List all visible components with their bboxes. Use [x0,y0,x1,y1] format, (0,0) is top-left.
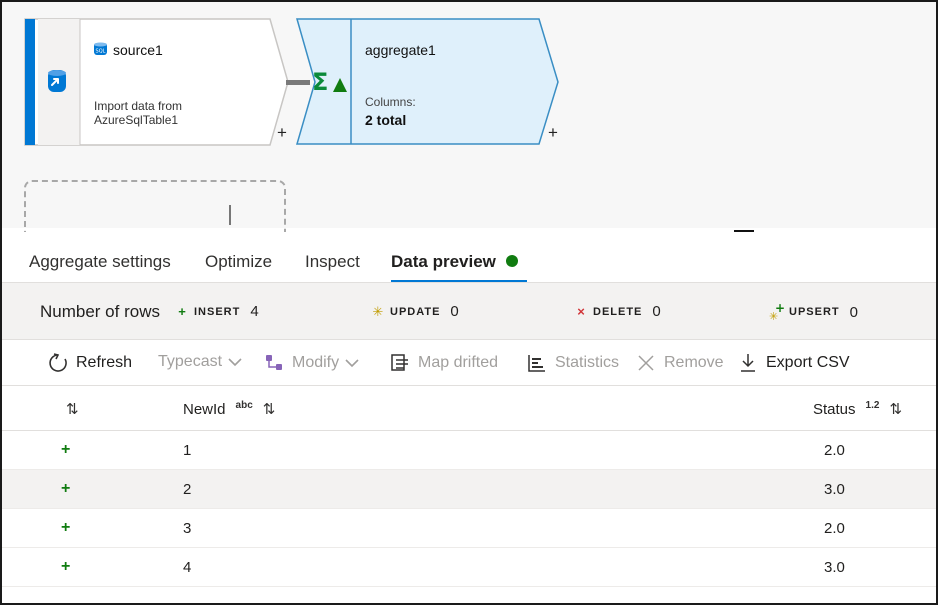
statistics-icon [528,355,545,372]
remove-x-icon [638,355,654,371]
add-source-placeholder[interactable] [24,180,286,240]
remove-button[interactable]: Remove [636,353,724,373]
tab-optimize[interactable]: Optimize [205,252,272,272]
source-database-icon [48,70,66,92]
statistics-label: Statistics [555,354,620,371]
tab-aggregate-settings[interactable]: Aggregate settings [29,252,171,272]
refresh-button[interactable]: Refresh [48,353,132,373]
table-row[interactable]: + 4 3.0 [2,548,936,587]
number-type-icon: 1.2 [865,399,880,411]
column-name-newid: NewId [183,400,226,418]
cell-status: 3.0 [824,481,845,498]
svg-text:+: + [775,303,785,315]
download-icon [741,354,755,372]
cell-status: 2.0 [824,520,845,537]
table-row[interactable]: + 1 2.0 [2,431,936,470]
tab-inspect[interactable]: Inspect [305,252,360,272]
export-csv-button[interactable]: Export CSV [738,353,850,373]
sql-database-icon: SQL [94,42,107,55]
refresh-icon [49,353,67,372]
sort-icon[interactable]: ⇅ [263,400,276,418]
number-of-rows-label: Number of rows [40,302,160,321]
insert-row-icon: + [61,441,71,458]
data-preview-table: ⇅ NewId abc ⇅ Status 1.2 ⇅ + 1 2.0 + 2 3… [2,386,936,587]
map-drifted-icon [391,354,408,371]
source-node-description-1: Import data from [94,99,183,113]
upsert-icon: ✳ + [769,303,785,321]
insert-value: 4 [250,303,259,320]
update-value: 0 [450,303,459,320]
cell-newid: 3 [183,520,192,537]
modify-icon [266,355,282,370]
aggregate-sigma-icon: Σ [312,68,347,96]
remove-label: Remove [664,354,724,371]
dataflow-canvas[interactable]: SQL source1 Import data from AzureSqlTab… [2,2,936,240]
insert-count: + INSERT 4 [175,303,259,320]
typecast-label: Typecast [158,353,223,370]
cell-newid: 1 [183,442,192,459]
refresh-label: Refresh [76,354,133,371]
table-header: ⇅ NewId abc ⇅ Status 1.2 ⇅ [2,386,936,431]
statistics-button[interactable]: Statistics [527,353,619,373]
upsert-count: ✳ + UPSERT 0 [769,303,858,321]
app-frame: SQL source1 Import data from AzureSqlTab… [0,0,938,605]
update-asterisk-icon: ✳ [372,303,384,319]
cell-newid: 2 [183,481,192,498]
source-add-transform-button[interactable]: + [277,124,287,141]
svg-text:Σ: Σ [312,68,328,96]
cell-status: 2.0 [824,442,845,459]
source-node-description-2: AzureSqlTable1 [94,113,179,127]
map-drifted-button[interactable]: Map drifted [390,353,498,373]
aggregate-add-transform-button[interactable]: + [548,124,558,141]
tab-data-preview[interactable]: Data preview [391,252,518,272]
cell-status: 3.0 [824,559,845,576]
aggregate-columns-label: Columns: [365,95,416,109]
delete-value: 0 [652,303,661,320]
sort-icon[interactable]: ⇅ [889,400,902,418]
table-row[interactable]: + 2 3.0 [2,470,936,509]
chevron-down-icon [345,359,359,368]
upsert-label: UPSERT [789,306,840,318]
map-drifted-label: Map drifted [418,354,499,371]
insert-plus-icon: + [178,304,186,319]
row-counts-bar: Number of rows + INSERT 4 ✳ UPDATE 0 × D… [2,283,936,340]
delete-label: DELETE [593,305,643,318]
update-label: UPDATE [390,305,441,318]
export-csv-label: Export CSV [766,354,850,371]
status-dot-icon [505,255,518,267]
source-node-title: source1 [113,42,163,58]
modify-label: Modify [292,354,340,371]
insert-row-icon: + [61,480,71,497]
delete-x-icon: × [577,304,585,319]
delete-count: × DELETE 0 [574,303,661,320]
table-row[interactable]: + 3 2.0 [2,509,936,548]
insert-row-icon: + [61,519,71,536]
string-type-icon: abc [235,399,253,411]
insert-row-icon: + [61,558,71,575]
column-header-newid: NewId abc ⇅ [183,399,276,419]
aggregate-columns-value: 2 total [365,112,407,128]
sort-icon[interactable]: ⇅ [66,400,79,418]
placeholder-divider [229,205,231,225]
aggregate-node-title: aggregate1 [365,42,436,58]
row-type-column-header: ⇅ [56,400,79,418]
svg-text:SQL: SQL [96,49,106,55]
update-count: ✳ UPDATE 0 [371,303,459,320]
insert-label: INSERT [194,305,241,318]
preview-toolbar: Refresh Typecast Modify Map drifted Stat… [2,340,936,386]
chevron-down-icon [228,358,242,367]
upsert-value: 0 [849,303,858,321]
settings-tabs: Aggregate settings Optimize Inspect Data… [2,232,936,283]
column-header-status: Status 1.2 ⇅ [813,399,902,419]
column-name-status: Status [813,400,856,418]
tab-data-preview-label: Data preview [391,252,496,271]
typecast-dropdown[interactable]: Typecast [158,353,242,371]
active-tab-indicator [391,280,527,282]
modify-dropdown[interactable]: Modify [264,353,359,373]
cell-newid: 4 [183,559,192,576]
